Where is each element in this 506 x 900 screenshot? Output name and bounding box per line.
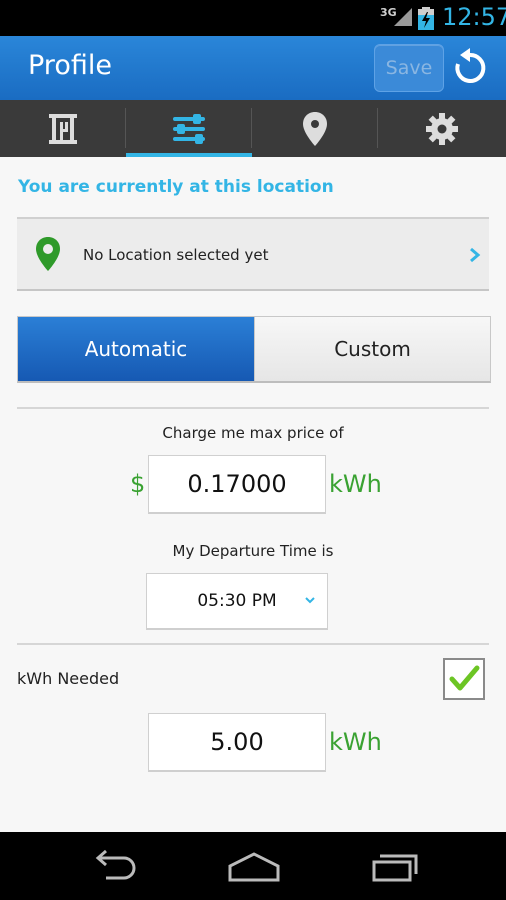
custom-button[interactable]: Custom [254,317,490,381]
refresh-icon[interactable] [450,48,490,88]
signal-icon [394,8,412,26]
departure-time-dropdown[interactable]: 05:30 PM [146,573,328,630]
location-selector[interactable]: No Location selected yet [17,217,489,291]
battery-charging-icon [418,7,434,30]
recent-apps-icon[interactable] [370,848,422,884]
departure-label: My Departure Time is [172,542,334,560]
kwh-needed-checkbox[interactable] [443,658,485,700]
location-pin-icon [303,111,327,146]
navigation-bar [0,832,506,900]
back-icon[interactable] [88,848,138,884]
chevron-down-icon [305,597,315,604]
sliders-icon [173,113,205,144]
check-icon [449,665,480,691]
location-pin-icon [36,237,60,271]
tab-location[interactable] [252,100,378,157]
tab-preferences[interactable] [126,100,252,157]
currency-symbol: $ [130,470,146,498]
automatic-button[interactable]: Automatic [18,317,254,381]
profile-form: You are currently at this location No Lo… [0,157,506,832]
kwh-needed-label: kWh Needed [17,669,120,688]
tab-building[interactable] [0,100,126,157]
price-unit: kWh [329,470,382,498]
price-label: Charge me max price of [162,424,344,442]
action-bar: Profile Save [0,36,506,100]
max-price-input[interactable]: 0.17000 [148,455,326,514]
tab-bar [0,100,506,157]
divider [17,643,489,645]
divider [17,407,489,409]
location-heading: You are currently at this location [18,177,334,197]
departure-time-value: 05:30 PM [197,591,277,611]
tab-settings[interactable] [378,100,506,157]
page-title: Profile [28,50,112,81]
home-icon[interactable] [226,848,282,884]
chevron-right-icon [470,247,481,263]
location-value: No Location selected yet [83,246,269,264]
save-button[interactable]: Save [374,44,444,92]
building-icon [49,113,77,144]
gear-icon [426,112,458,145]
status-bar: 3G 12:57 [0,0,506,36]
kwh-needed-input[interactable]: 5.00 [148,713,326,772]
kwh-needed-unit: kWh [329,728,382,756]
mode-toggle: Automatic Custom [17,316,491,383]
clock: 12:57 [442,3,506,31]
